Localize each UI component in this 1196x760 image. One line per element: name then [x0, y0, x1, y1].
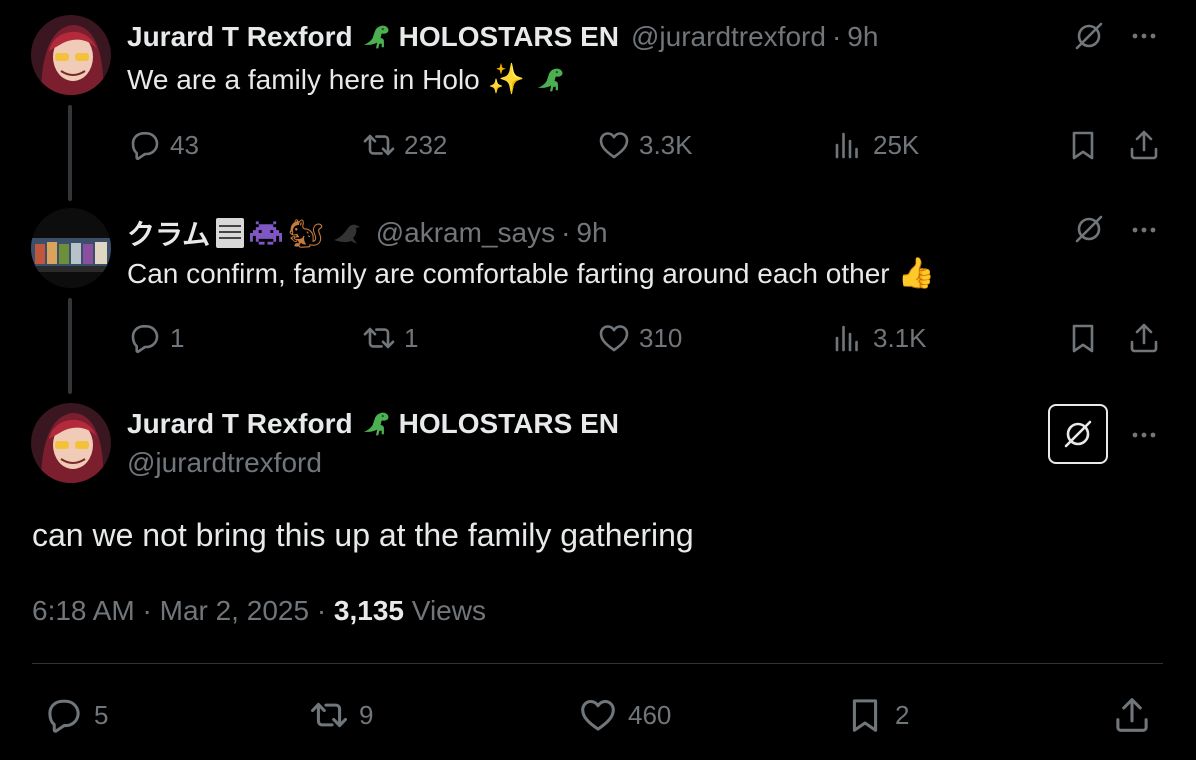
reply-count: 5 — [94, 699, 109, 730]
views-count: 3.1K — [873, 322, 927, 353]
more-icon[interactable] — [1129, 21, 1159, 51]
display-name[interactable]: Jurard T Rexford — [127, 21, 353, 53]
like-button[interactable]: 3.3K — [597, 128, 693, 162]
space-invader-emoji-icon — [250, 221, 283, 245]
sparkles-emoji-icon: ✨ — [487, 63, 526, 96]
reply-button[interactable]: 43 — [128, 128, 199, 162]
retweet-icon — [363, 327, 395, 349]
grok-icon[interactable] — [1048, 404, 1108, 464]
bookmark-count: 2 — [895, 699, 910, 730]
views-icon — [835, 132, 858, 159]
like-count: 460 — [628, 699, 672, 730]
retweet-icon — [363, 134, 395, 156]
tweet-text: Can confirm, family are comfortable fart… — [127, 257, 890, 289]
retweet-button[interactable]: 1 — [362, 321, 418, 355]
tweet-header: Jurard T Rexford HOLOSTARS EN — [127, 407, 619, 441]
tweet-header: Jurard T Rexford HOLOSTARS EN @jurardtre… — [127, 20, 878, 54]
handle[interactable]: @akram_says — [376, 217, 555, 249]
dinosaur-emoji-icon — [537, 68, 563, 91]
bookmark-icon[interactable] — [1066, 321, 1100, 355]
timestamp[interactable]: 9h — [847, 21, 878, 53]
timestamp[interactable]: 9h — [576, 217, 607, 249]
dinosaur-emoji-icon — [363, 412, 389, 436]
avatar[interactable] — [31, 208, 111, 288]
heart-icon — [599, 132, 629, 159]
bookmark-icon — [852, 699, 878, 732]
bookmark-icon[interactable] — [1066, 128, 1100, 162]
more-icon[interactable] — [1129, 420, 1159, 450]
raven-emoji-icon — [333, 224, 360, 244]
display-name[interactable]: クラム — [127, 213, 210, 253]
retweet-count: 232 — [404, 129, 448, 160]
handle[interactable]: @jurardtrexford — [631, 21, 826, 53]
timestamp[interactable]: 6:18 AM · Mar 2, 2025 · — [32, 595, 334, 626]
avatar[interactable] — [31, 403, 111, 483]
display-name[interactable]: Jurard T Rexford — [127, 408, 353, 440]
heart-icon — [599, 325, 629, 352]
share-icon[interactable] — [1127, 128, 1161, 162]
views-count: 25K — [873, 129, 920, 160]
handle[interactable]: @jurardtrexford — [127, 447, 322, 479]
avatar[interactable] — [31, 15, 111, 95]
chipmunk-emoji-icon: 🐿 — [288, 217, 324, 249]
reply-button[interactable]: 1 — [128, 321, 184, 355]
display-name-suffix[interactable]: HOLOSTARS EN — [399, 408, 619, 440]
display-name-suffix[interactable]: HOLOSTARS EN — [399, 21, 619, 53]
bookmark-button[interactable]: 2 — [845, 695, 909, 735]
tweet-text: can we not bring this up at the family g… — [32, 517, 694, 553]
reply-icon — [48, 699, 80, 733]
reply-icon — [131, 324, 159, 354]
like-button[interactable]: 310 — [597, 321, 682, 355]
like-button[interactable]: 460 — [578, 695, 671, 735]
tweet-body: We are a family here in Holo ✨ — [127, 62, 567, 97]
retweet-icon — [311, 702, 347, 728]
divider — [32, 663, 1163, 664]
grok-icon[interactable] — [1072, 212, 1106, 246]
reply-button[interactable]: 5 — [44, 695, 108, 735]
share-icon[interactable] — [1112, 695, 1152, 735]
views-label: Views — [404, 595, 486, 626]
views-count: 3,135 — [333, 595, 404, 626]
views-button[interactable]: 25K — [831, 128, 919, 162]
views-button[interactable]: 3.1K — [831, 321, 927, 355]
grok-icon[interactable] — [1072, 19, 1106, 53]
retweet-count: 1 — [404, 322, 419, 353]
tweet-meta: 6:18 AM · Mar 2, 2025 · 3,135 Views — [32, 595, 486, 627]
share-icon[interactable] — [1127, 321, 1161, 355]
retweet-button[interactable]: 232 — [362, 128, 447, 162]
thumbs-up-emoji-icon: 👍 — [897, 257, 935, 290]
like-count: 3.3K — [639, 129, 693, 160]
retweet-button[interactable]: 9 — [309, 695, 373, 735]
more-icon[interactable] — [1129, 215, 1159, 245]
thread-connector — [68, 298, 72, 394]
tweet-text: We are a family here in Holo — [127, 63, 480, 95]
retweet-count: 9 — [359, 699, 374, 730]
thread-connector — [68, 105, 72, 201]
reply-count: 43 — [170, 129, 199, 160]
reply-count: 1 — [170, 322, 185, 353]
tweet-header: クラム 🐿 @akram_says · 9h — [127, 213, 608, 253]
dinosaur-emoji-icon — [363, 25, 389, 49]
views-icon — [835, 325, 858, 352]
separator-dot: · — [831, 21, 842, 52]
tweet-body: Can confirm, family are comfortable fart… — [127, 256, 935, 291]
like-count: 310 — [639, 322, 683, 353]
heart-icon — [581, 699, 615, 731]
separator-dot: · — [561, 217, 571, 248]
reply-icon — [131, 132, 159, 161]
music-score-emoji-icon — [216, 218, 245, 248]
